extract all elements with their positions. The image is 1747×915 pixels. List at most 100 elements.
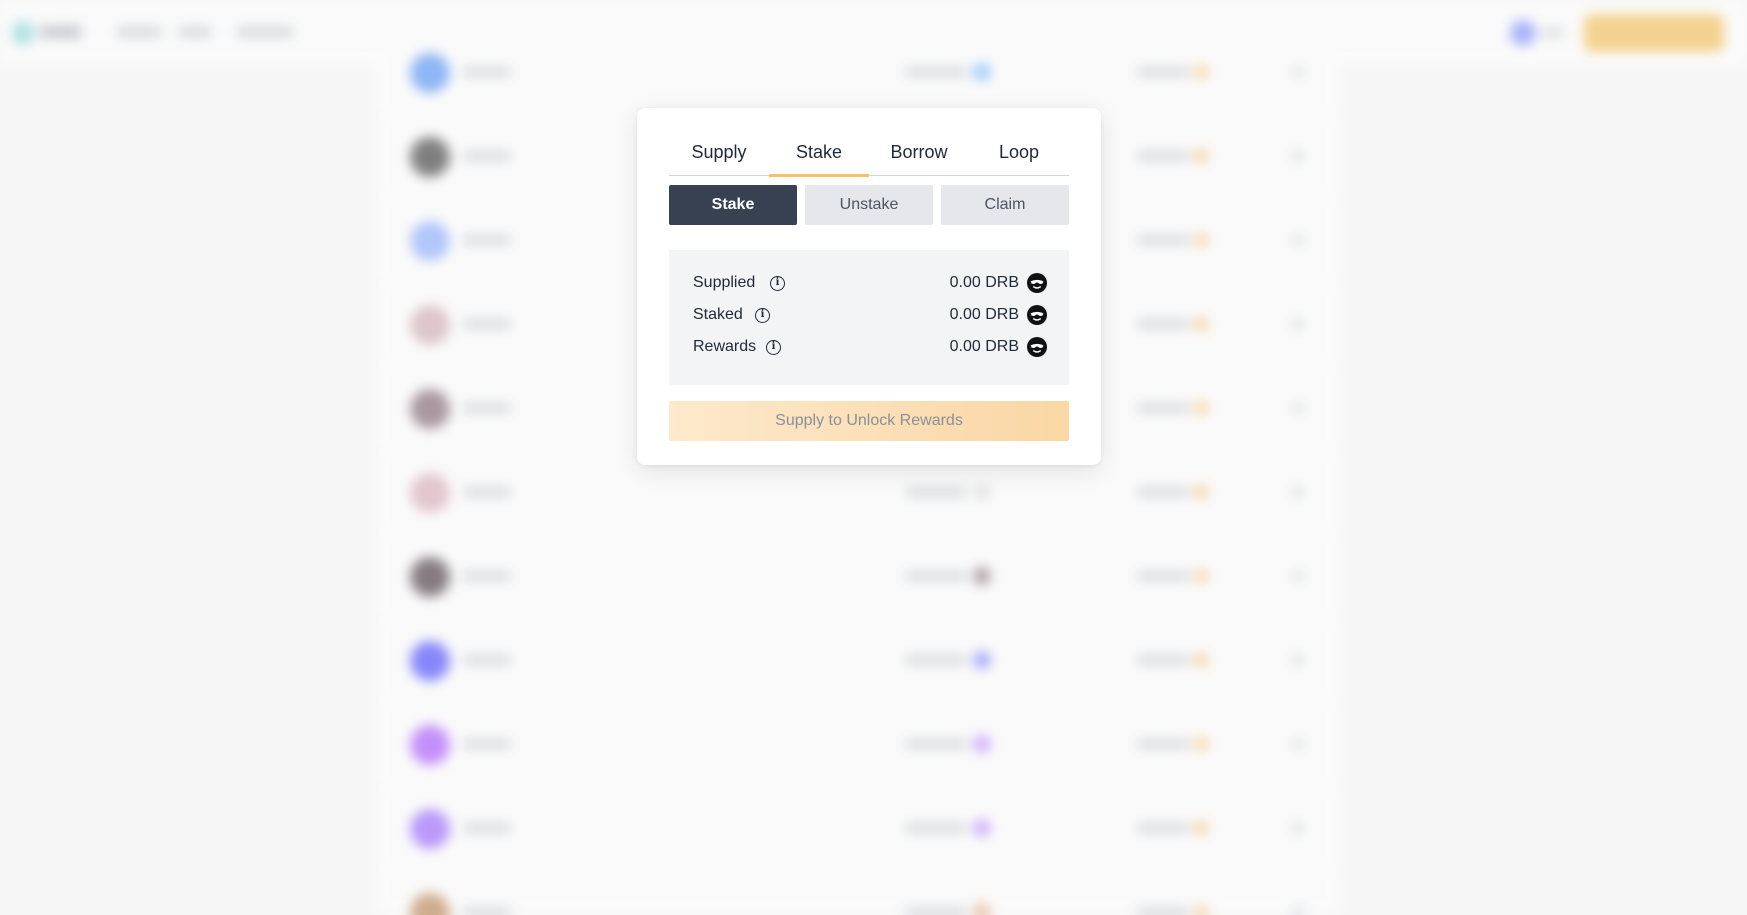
- apy-icon: [1193, 568, 1209, 584]
- chevron-icon: [1292, 907, 1304, 915]
- reward-token-icon: [973, 483, 991, 501]
- table-row: [375, 31, 1340, 115]
- asset-avatar: [410, 809, 450, 849]
- asset-name: [463, 403, 511, 413]
- drb-token-icon: [1027, 305, 1047, 325]
- asset-avatar: [410, 305, 450, 345]
- reward-token-icon: [973, 903, 991, 915]
- network-icon: [1510, 20, 1536, 46]
- asset-value: [905, 823, 967, 833]
- asset-name: [463, 487, 511, 497]
- drb-token-icon: [1027, 273, 1047, 293]
- asset-value: [905, 67, 967, 77]
- nav-link: [178, 27, 212, 37]
- connect-wallet-button: [1584, 14, 1724, 52]
- tab-stake[interactable]: Stake: [769, 132, 869, 177]
- stake-action-switch: Stake Unstake Claim: [669, 185, 1069, 225]
- supplied-label: Supplied: [693, 274, 756, 291]
- info-icon[interactable]: i: [770, 276, 785, 291]
- reward-token-icon: [973, 651, 991, 669]
- chevron-icon: [1292, 151, 1304, 161]
- chevron-icon: [1292, 739, 1304, 749]
- apy-icon: [1193, 316, 1209, 332]
- apy-icon: [1193, 904, 1209, 915]
- claim-button[interactable]: Claim: [941, 185, 1069, 225]
- table-row: [375, 535, 1340, 619]
- info-icon[interactable]: i: [766, 340, 781, 355]
- chevron-icon: [1292, 571, 1304, 581]
- app-logo-wordmark: [40, 26, 82, 38]
- rewards-value: 0.00 DRB: [949, 338, 1019, 355]
- tab-supply[interactable]: Supply: [669, 132, 769, 176]
- asset-value: [905, 571, 967, 581]
- asset-apy: [1137, 655, 1189, 665]
- asset-value: [905, 739, 967, 749]
- asset-apy: [1137, 739, 1189, 749]
- reward-token-icon: [973, 63, 991, 81]
- nav-link: [116, 27, 162, 37]
- chevron-icon: [1292, 403, 1304, 413]
- asset-avatar: [410, 389, 450, 429]
- asset-value: [905, 487, 967, 497]
- chevron-icon: [1292, 67, 1304, 77]
- asset-apy: [1137, 67, 1189, 77]
- tab-borrow[interactable]: Borrow: [869, 132, 969, 176]
- supplied-value: 0.00 DRB: [949, 274, 1019, 291]
- reward-token-icon: [973, 567, 991, 585]
- rewards-row: Rewards i 0.00 DRB: [693, 335, 1047, 359]
- apy-icon: [1193, 736, 1209, 752]
- asset-apy: [1137, 235, 1189, 245]
- asset-name: [463, 235, 511, 245]
- asset-avatar: [410, 725, 450, 765]
- apy-icon: [1193, 64, 1209, 80]
- asset-apy: [1137, 487, 1189, 497]
- reward-token-icon: [973, 735, 991, 753]
- info-icon[interactable]: i: [755, 308, 770, 323]
- apy-icon: [1193, 400, 1209, 416]
- chevron-icon: [1292, 823, 1304, 833]
- staked-label: Staked: [693, 306, 743, 323]
- asset-avatar: [410, 221, 450, 261]
- apy-icon: [1193, 820, 1209, 836]
- asset-apy: [1137, 823, 1189, 833]
- asset-name: [463, 151, 511, 161]
- tab-loop[interactable]: Loop: [969, 132, 1069, 176]
- unstake-button[interactable]: Unstake: [805, 185, 933, 225]
- app-logo: [12, 22, 34, 44]
- asset-apy: [1137, 151, 1189, 161]
- asset-apy: [1137, 571, 1189, 581]
- asset-name: [463, 823, 511, 833]
- table-row: [375, 871, 1340, 915]
- nav-link: [236, 27, 294, 37]
- asset-avatar: [410, 53, 450, 93]
- asset-avatar: [410, 641, 450, 681]
- asset-avatar: [410, 557, 450, 597]
- chevron-icon: [1292, 487, 1304, 497]
- asset-apy: [1137, 403, 1189, 413]
- apy-icon: [1193, 148, 1209, 164]
- table-row: [375, 703, 1340, 787]
- table-row: [375, 787, 1340, 871]
- asset-name: [463, 571, 511, 581]
- asset-apy: [1137, 907, 1189, 915]
- rewards-label: Rewards: [693, 338, 757, 355]
- staked-value: 0.00 DRB: [949, 306, 1019, 323]
- stake-info-panel: Supplied i 0.00 DRB Staked i 0.00 DRB Re…: [669, 250, 1069, 385]
- asset-apy: [1137, 319, 1189, 329]
- asset-avatar: [410, 893, 450, 915]
- asset-avatar: [410, 473, 450, 513]
- chevron-icon: [1292, 235, 1304, 245]
- stake-modal: Supply Stake Borrow Loop Stake Unstake C…: [637, 108, 1101, 465]
- asset-name: [463, 907, 511, 915]
- chevron-icon: [1292, 319, 1304, 329]
- supplied-row: Supplied i 0.00 DRB: [693, 271, 1047, 295]
- staked-row: Staked i 0.00 DRB: [693, 303, 1047, 327]
- reward-token-icon: [973, 819, 991, 837]
- apy-icon: [1193, 484, 1209, 500]
- asset-avatar: [410, 137, 450, 177]
- asset-value: [905, 655, 967, 665]
- apy-icon: [1193, 232, 1209, 248]
- supply-to-unlock-rewards-button[interactable]: Supply to Unlock Rewards: [669, 401, 1069, 441]
- network-label: [1542, 28, 1564, 38]
- stake-button[interactable]: Stake: [669, 185, 797, 225]
